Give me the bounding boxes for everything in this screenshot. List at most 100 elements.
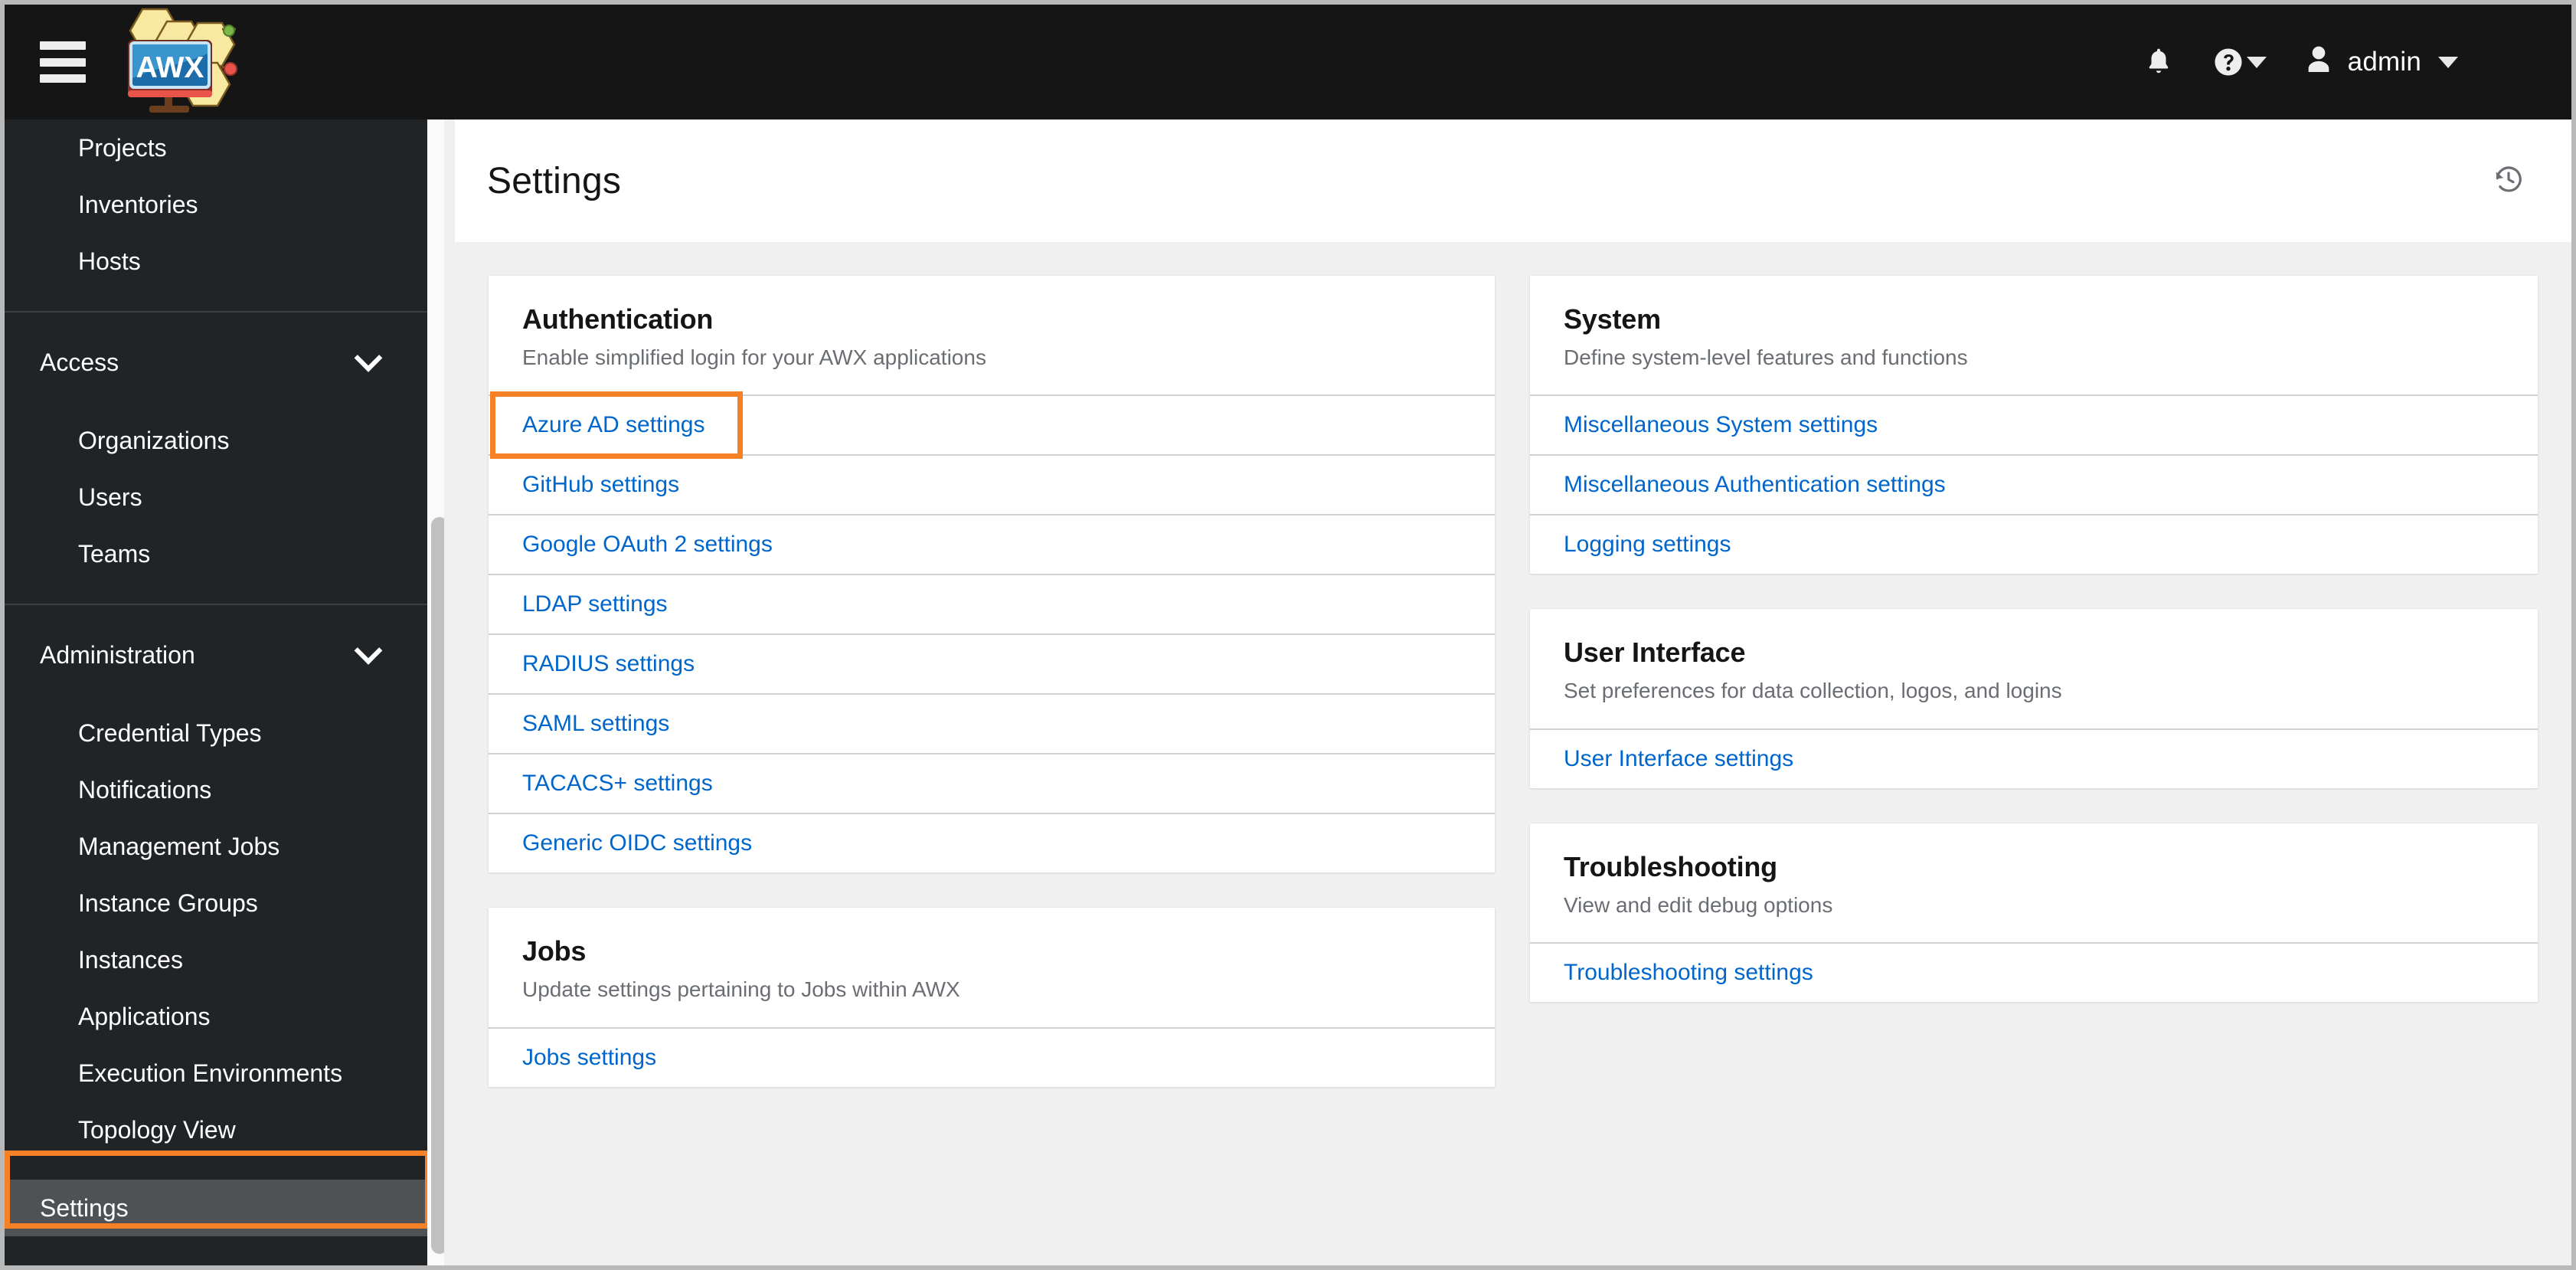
card-title: User Interface — [1564, 637, 1746, 669]
awx-logo-text: AWX — [136, 51, 204, 84]
sidebar-item-label: Projects — [78, 133, 167, 162]
card-link-row: Azure AD settings — [489, 391, 1495, 460]
card-header: Troubleshooting View and edit debug opti… — [1530, 823, 2538, 942]
card-user-interface: User Interface Set preferences for data … — [1530, 609, 2538, 788]
sidebar-group-access: Access Organizations Users Teams — [5, 334, 427, 582]
chevron-down-icon — [354, 343, 383, 372]
notifications-button[interactable] — [2124, 5, 2193, 119]
card-subtitle: Enable simplified login for your AWX app… — [522, 345, 986, 369]
sidebar-item-organizations[interactable]: Organizations — [5, 412, 427, 469]
link-azure-ad-settings[interactable]: Azure AD settings — [522, 414, 704, 437]
help-dropdown-button[interactable] — [2193, 5, 2287, 119]
hamburger-bar — [40, 74, 86, 83]
sidebar-item-projects[interactable]: Projects — [5, 119, 427, 176]
settings-column-right: System Define system-level features and … — [1530, 276, 2538, 1003]
link-tacacs-settings[interactable]: TACACS+ settings — [522, 772, 713, 795]
sidebar-item-credential-types[interactable]: Credential Types — [5, 705, 427, 761]
sidebar-group-administration: Administration Credential Types Notifica… — [5, 627, 427, 1158]
link-miscellaneous-authentication-settings[interactable]: Miscellaneous Authentication settings — [1564, 473, 1946, 496]
sidebar-navigation: Projects Inventories Hosts Access Organi… — [5, 119, 427, 1265]
page-header-actions — [2493, 164, 2524, 198]
sidebar-item-label: Topology View — [78, 1115, 236, 1144]
card-link-row: TACACS+ settings — [489, 753, 1495, 813]
link-ldap-settings[interactable]: LDAP settings — [522, 593, 668, 616]
sidebar-group-header-administration[interactable]: Administration — [5, 627, 427, 683]
settings-history-button[interactable] — [2493, 164, 2524, 198]
card-subtitle: Define system-level features and functio… — [1564, 345, 1968, 369]
card-link-row: RADIUS settings — [489, 633, 1495, 693]
sidebar-group-header-access[interactable]: Access — [5, 334, 427, 391]
sidebar-item-management-jobs[interactable]: Management Jobs — [5, 818, 427, 875]
masthead: AWX admin — [5, 5, 2571, 119]
card-subtitle: Update settings pertaining to Jobs withi… — [522, 977, 960, 1002]
card-title: Authentication — [522, 303, 714, 335]
awx-logo[interactable]: AWX — [107, 6, 257, 118]
sidebar-item-instances[interactable]: Instances — [5, 931, 427, 988]
sidebar-item-teams[interactable]: Teams — [5, 525, 427, 582]
link-saml-settings[interactable]: SAML settings — [522, 712, 669, 735]
page-header: Settings — [455, 119, 2571, 242]
sidebar-item-notifications[interactable]: Notifications — [5, 761, 427, 818]
card-jobs: Jobs Update settings pertaining to Jobs … — [489, 908, 1495, 1087]
link-github-settings[interactable]: GitHub settings — [522, 473, 679, 496]
sidebar-item-label: Inventories — [78, 190, 198, 218]
chevron-down-icon — [354, 636, 383, 665]
sidebar-item-topology-view[interactable]: Topology View — [5, 1101, 427, 1158]
sidebar-item-label: Organizations — [78, 426, 230, 454]
sidebar-group-label: Access — [40, 348, 119, 376]
sidebar-item-execution-environments[interactable]: Execution Environments — [5, 1045, 427, 1101]
sidebar-item-label: Credential Types — [78, 718, 262, 747]
link-jobs-settings[interactable]: Jobs settings — [522, 1046, 656, 1069]
card-title: Jobs — [522, 935, 587, 967]
link-miscellaneous-system-settings[interactable]: Miscellaneous System settings — [1564, 414, 1878, 437]
sidebar-item-settings[interactable]: Settings — [5, 1180, 427, 1236]
link-user-interface-settings[interactable]: User Interface settings — [1564, 747, 1793, 771]
card-subtitle: View and edit debug options — [1564, 892, 1833, 917]
nav-toggle-button[interactable] — [40, 41, 86, 83]
sidebar-item-label: Users — [78, 483, 142, 511]
sidebar-item-label: Teams — [78, 539, 151, 568]
sidebar-item-label: Management Jobs — [78, 832, 280, 860]
sidebar-item-label: Hosts — [78, 247, 141, 275]
sidebar-group-top: Projects Inventories Hosts — [5, 119, 427, 290]
chevron-down-icon — [2246, 56, 2267, 68]
sidebar-item-label: Instances — [78, 945, 183, 974]
card-link-row: Miscellaneous System settings — [1530, 394, 2538, 454]
link-google-oauth2-settings[interactable]: Google OAuth 2 settings — [522, 533, 773, 556]
settings-content: Authentication Enable simplified login f… — [455, 242, 2571, 1265]
link-logging-settings[interactable]: Logging settings — [1564, 533, 1731, 556]
awx-app-window: AWX admin Projects Inventories Hosts Acc… — [5, 5, 2571, 1265]
link-generic-oidc-settings[interactable]: Generic OIDC settings — [522, 832, 752, 855]
user-name-label: admin — [2347, 47, 2421, 77]
chevron-down-icon — [2438, 56, 2458, 68]
card-link-row: User Interface settings — [1530, 728, 2538, 788]
card-header: User Interface Set preferences for data … — [1530, 609, 2538, 728]
hamburger-bar — [40, 41, 86, 50]
card-header: System Define system-level features and … — [1530, 276, 2538, 394]
sidebar-item-instance-groups[interactable]: Instance Groups — [5, 875, 427, 931]
sidebar-item-label: Applications — [78, 1002, 211, 1030]
card-link-row: Troubleshooting settings — [1530, 942, 2538, 1002]
card-link-row: Miscellaneous Authentication settings — [1530, 454, 2538, 514]
card-title: Troubleshooting — [1564, 850, 1777, 882]
sidebar-item-applications[interactable]: Applications — [5, 988, 427, 1045]
sidebar-item-inventories[interactable]: Inventories — [5, 176, 427, 233]
history-icon — [2493, 164, 2524, 198]
sidebar-item-hosts[interactable]: Hosts — [5, 233, 427, 290]
sidebar-group-label: Administration — [40, 640, 195, 669]
masthead-toolbar: admin — [2124, 5, 2475, 119]
sidebar-item-users[interactable]: Users — [5, 469, 427, 525]
link-troubleshooting-settings[interactable]: Troubleshooting settings — [1564, 961, 1813, 984]
card-header: Jobs Update settings pertaining to Jobs … — [489, 908, 1495, 1026]
settings-column-left: Authentication Enable simplified login f… — [489, 276, 1495, 1087]
user-dropdown-button[interactable]: admin — [2287, 5, 2475, 119]
page-title: Settings — [487, 160, 622, 201]
link-radius-settings[interactable]: RADIUS settings — [522, 653, 695, 676]
sidebar-item-label: Instance Groups — [78, 889, 258, 917]
